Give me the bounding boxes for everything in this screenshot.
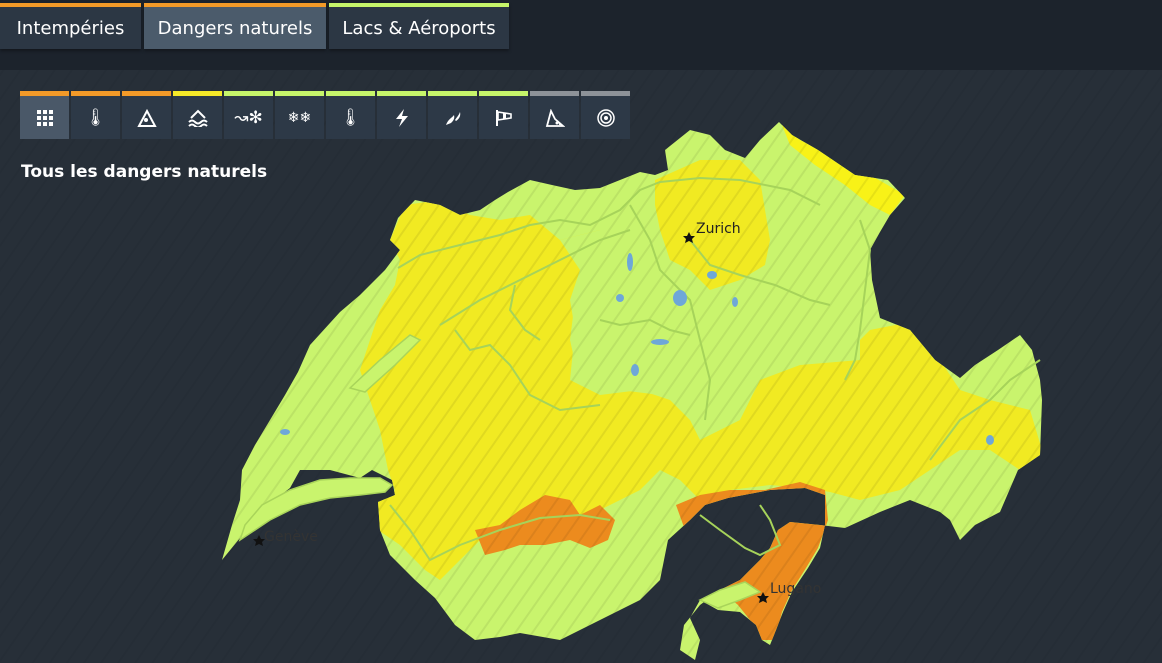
windsock-icon: [479, 96, 528, 139]
hazard-button-forest-fire[interactable]: [428, 91, 477, 139]
wind-snow-icon: ↝✻: [234, 107, 263, 128]
hazard-button-landslide[interactable]: [530, 91, 579, 139]
city-label-geneve: Genève: [264, 529, 318, 545]
tab-accent: [329, 3, 509, 7]
tab-accent: [0, 3, 141, 7]
earthquake-icon: [581, 96, 630, 139]
grid-icon: [20, 96, 69, 139]
snowflakes-icon: ❄❄: [287, 109, 312, 126]
landslide-icon: [530, 96, 579, 139]
tab-label: Dangers naturels: [157, 17, 313, 39]
tab-accent: [144, 3, 326, 7]
hazard-button-flood[interactable]: [173, 91, 222, 139]
thermometer-cold-icon: 🌡︎: [84, 107, 107, 128]
city-label-lugano: Lugano: [770, 581, 822, 597]
hazard-button-thunderstorm[interactable]: [377, 91, 426, 139]
switzerland-map: [0, 70, 1162, 663]
hazard-button-wind-snow[interactable]: ↝✻: [224, 91, 273, 139]
forest-fire-icon: [428, 96, 477, 139]
hazard-button-avalanche[interactable]: [122, 91, 171, 139]
hazard-button-snow[interactable]: ❄❄: [275, 91, 324, 139]
tab-dangers-naturels[interactable]: Dangers naturels: [144, 3, 326, 49]
city-label-zurich: Zurich: [696, 221, 741, 237]
thermometer-frost-icon: 🌡︎: [339, 107, 362, 128]
lightning-icon: [377, 96, 426, 139]
page-title: Tous les dangers naturels: [21, 162, 268, 182]
tab-intemperies[interactable]: Intempéries: [0, 3, 141, 49]
tab-label: Lacs & Aéroports: [342, 17, 496, 39]
top-navigation: Intempéries Dangers naturels Lacs & Aéro…: [0, 0, 1162, 70]
avalanche-icon: [122, 96, 171, 139]
hazard-button-wind[interactable]: [479, 91, 528, 139]
hazard-button-cold[interactable]: 🌡︎: [71, 91, 120, 139]
danger-map[interactable]: [0, 70, 1162, 663]
tab-lacs-aeroports[interactable]: Lacs & Aéroports: [329, 3, 509, 49]
hazard-button-all[interactable]: [20, 91, 69, 139]
flood-house-icon: [173, 96, 222, 139]
hazard-button-earthquake[interactable]: [581, 91, 630, 139]
tab-label: Intempéries: [16, 17, 125, 39]
hazard-button-frost[interactable]: 🌡︎: [326, 91, 375, 139]
